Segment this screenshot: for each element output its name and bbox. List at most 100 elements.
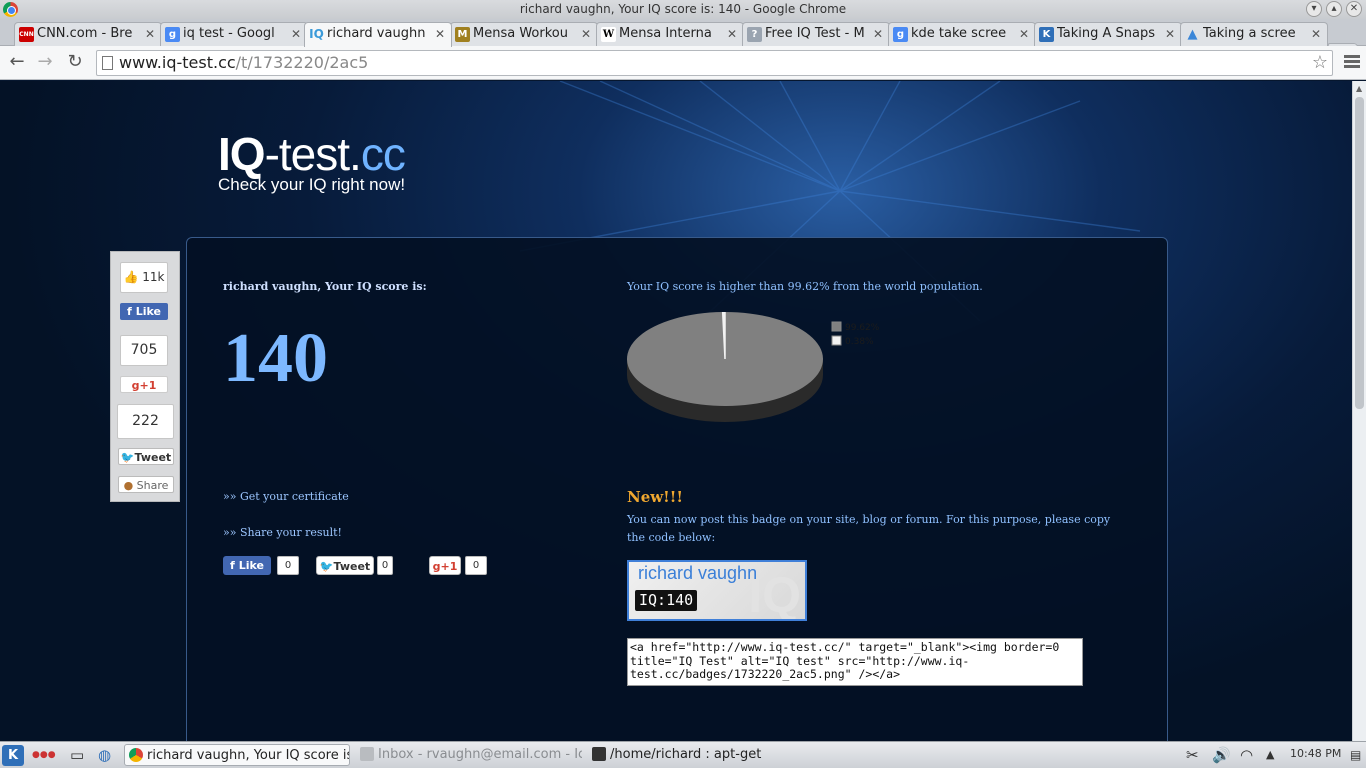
result-facebook-like-button[interactable]: f Like (223, 556, 271, 575)
pie-svg: 99.62% 0.38% (627, 311, 880, 422)
badge-score: IQ:140 (635, 590, 698, 611)
desktop-icon[interactable]: ▭ (70, 746, 84, 764)
share-result-link[interactable]: »» Share your result! (223, 526, 342, 539)
like-count: 11k (142, 270, 165, 284)
result-panel: richard vaughn, Your IQ score is: 140 Yo… (186, 237, 1168, 741)
back-arrow-icon[interactable]: ← (6, 51, 28, 73)
tab-iq-test-google[interactable]: g iq test - Googl ✕ (160, 22, 308, 46)
address-bar[interactable]: www.iq-test.cc/t/1732220/2ac5 ☆ (96, 50, 1333, 76)
tab-close-icon[interactable]: ✕ (1019, 23, 1029, 45)
minimize-icon[interactable]: ▾ (1306, 1, 1322, 17)
result-gplus-count: 0 (465, 556, 487, 575)
tab-free-iq-test[interactable]: ? Free IQ Test - M ✕ (742, 22, 890, 46)
window-titlebar: richard vaughn, Your IQ score is: 140 - … (0, 0, 1366, 19)
gplus-button[interactable]: g+1 (120, 376, 168, 393)
iq-badge-image: IQ richard vaughn IQ:140 (627, 560, 807, 621)
site-logo[interactable]: IQ-test.cc Check your IQ right now! (218, 128, 406, 195)
legend-swatch (831, 321, 842, 332)
chrome-icon (3, 2, 18, 17)
close-window-icon[interactable]: ✕ (1346, 1, 1362, 17)
reload-icon[interactable]: ↻ (64, 51, 86, 73)
result-tweet-count: 0 (377, 556, 393, 575)
share-rail: 👍 11k f Like 705 g+1 222 🐦Tweet ● Share (110, 251, 180, 502)
scrollbar-thumb[interactable] (1355, 97, 1364, 409)
logo-iq: IQ (218, 128, 266, 180)
window-title: richard vaughn, Your IQ score is: 140 - … (519, 2, 847, 16)
tab-taking-a-snapshot[interactable]: K Taking A Snaps ✕ (1034, 22, 1182, 46)
embed-code-textarea[interactable]: <a href="http://www.iq-test.cc/" target=… (627, 638, 1083, 686)
tab-mensa-international[interactable]: W Mensa Interna ✕ (596, 22, 744, 46)
thumbs-up-icon: 👍 (123, 270, 139, 284)
tab-close-icon[interactable]: ✕ (581, 23, 591, 45)
tab-close-icon[interactable]: ✕ (1311, 23, 1321, 45)
maximize-icon[interactable]: ▴ (1326, 1, 1342, 17)
result-gplus-button[interactable]: g+1 (429, 556, 461, 575)
mail-task-icon (360, 747, 374, 761)
tweet-label: Tweet (134, 451, 172, 464)
wikipedia-favicon-icon: W (601, 27, 616, 42)
result-like-label: Like (238, 559, 264, 572)
result-gplus-label: +1 (440, 560, 458, 573)
tab-close-icon[interactable]: ✕ (145, 23, 155, 45)
percentile-pie-chart: 99.62% 0.38% (627, 311, 887, 432)
tab-close-icon[interactable]: ✕ (291, 23, 301, 45)
tweet-count: 222 (117, 404, 174, 439)
gplus-label: +1 (139, 379, 157, 392)
chrome-menu-icon[interactable] (1344, 55, 1360, 70)
tab-mensa-workout[interactable]: M Mensa Workou ✕ (450, 22, 598, 46)
legend-label: 0.38% (845, 337, 874, 347)
task-label: richard vaughn, Your IQ score is (147, 748, 350, 763)
new-title: New!!! (627, 488, 683, 506)
facebook-icon: f (230, 559, 235, 572)
activity-dots-icon[interactable]: ●●● (32, 750, 56, 760)
tab-kde-take-screenshot[interactable]: g kde take scree ✕ (888, 22, 1036, 46)
tab-close-icon[interactable]: ✕ (1165, 23, 1175, 45)
task-chrome[interactable]: richard vaughn, Your IQ score is (124, 744, 350, 766)
taskbar: K ●●● ▭ ◍ richard vaughn, Your IQ score … (0, 741, 1366, 768)
facebook-like-label: Like (135, 305, 161, 318)
get-certificate-link[interactable]: »» Get your certificate (223, 490, 349, 503)
gplus-count: 705 (120, 335, 168, 366)
panel-toolbox-icon[interactable]: ▤ (1350, 748, 1361, 762)
score-title: richard vaughn, Your IQ score is: (223, 280, 427, 293)
notifications-arrow-icon[interactable]: ▲ (1266, 748, 1274, 761)
task-terminal[interactable]: /home/richard : apt-get (588, 744, 814, 766)
facebook-icon: f (127, 305, 132, 318)
globe-icon[interactable]: ◍ (98, 746, 111, 764)
cnn-favicon-icon: CNN (19, 27, 34, 42)
scroll-up-icon[interactable]: ▲ (1356, 84, 1362, 93)
tab-cnn[interactable]: CNN CNN.com - Bre ✕ (14, 22, 162, 46)
share-button[interactable]: ● Share (118, 476, 174, 493)
facebook-like-button[interactable]: f Like (120, 303, 168, 320)
twitter-bird-icon: 🐦 (120, 451, 135, 464)
task-mail[interactable]: Inbox - rvaughn@email.com - Ic (356, 744, 582, 766)
kde-launcher-icon[interactable]: K (2, 745, 24, 766)
tab-close-icon[interactable]: ✕ (435, 23, 445, 45)
percentile-text: Your IQ score is higher than 99.62% from… (627, 280, 983, 293)
terminal-task-icon (592, 747, 606, 761)
bookmark-star-icon[interactable]: ☆ (1312, 51, 1328, 75)
clock: 10:48 PM (1290, 747, 1342, 760)
google-favicon-icon: g (165, 27, 180, 42)
tab-strip: CNN CNN.com - Bre ✕ g iq test - Googl ✕ … (0, 19, 1366, 61)
tab-close-icon[interactable]: ✕ (873, 23, 883, 45)
logo-mid: -test. (264, 128, 362, 180)
share-label: Share (136, 479, 169, 492)
wifi-icon[interactable]: ◠ (1240, 746, 1253, 764)
tab-iq-result[interactable]: IQ richard vaughn ✕ (304, 22, 452, 47)
url-host: www.iq-test.cc (119, 53, 236, 72)
volume-icon[interactable]: 🔊 (1212, 746, 1231, 764)
site-tagline: Check your IQ right now! (218, 175, 406, 194)
browser-toolbar: ← → ↻ www.iq-test.cc/t/1732220/2ac5 ☆ (0, 46, 1366, 80)
free-iq-favicon-icon: ? (747, 27, 762, 42)
tab-taking-a-screenshot[interactable]: ▲ Taking a scree ✕ (1180, 22, 1328, 46)
page-icon (102, 56, 113, 70)
page-scrollbar[interactable]: ▲ (1352, 81, 1366, 741)
forward-arrow-icon[interactable]: → (34, 51, 56, 73)
result-tweet-button[interactable]: 🐦Tweet (316, 556, 374, 575)
scissors-icon[interactable]: ✂ (1186, 746, 1199, 764)
page-viewport: IQ-test.cc Check your IQ right now! 👍 11… (0, 81, 1352, 741)
task-label: Inbox - rvaughn@email.com - Ic (378, 747, 582, 762)
tab-close-icon[interactable]: ✕ (727, 23, 737, 45)
tweet-button[interactable]: 🐦Tweet (118, 448, 174, 465)
